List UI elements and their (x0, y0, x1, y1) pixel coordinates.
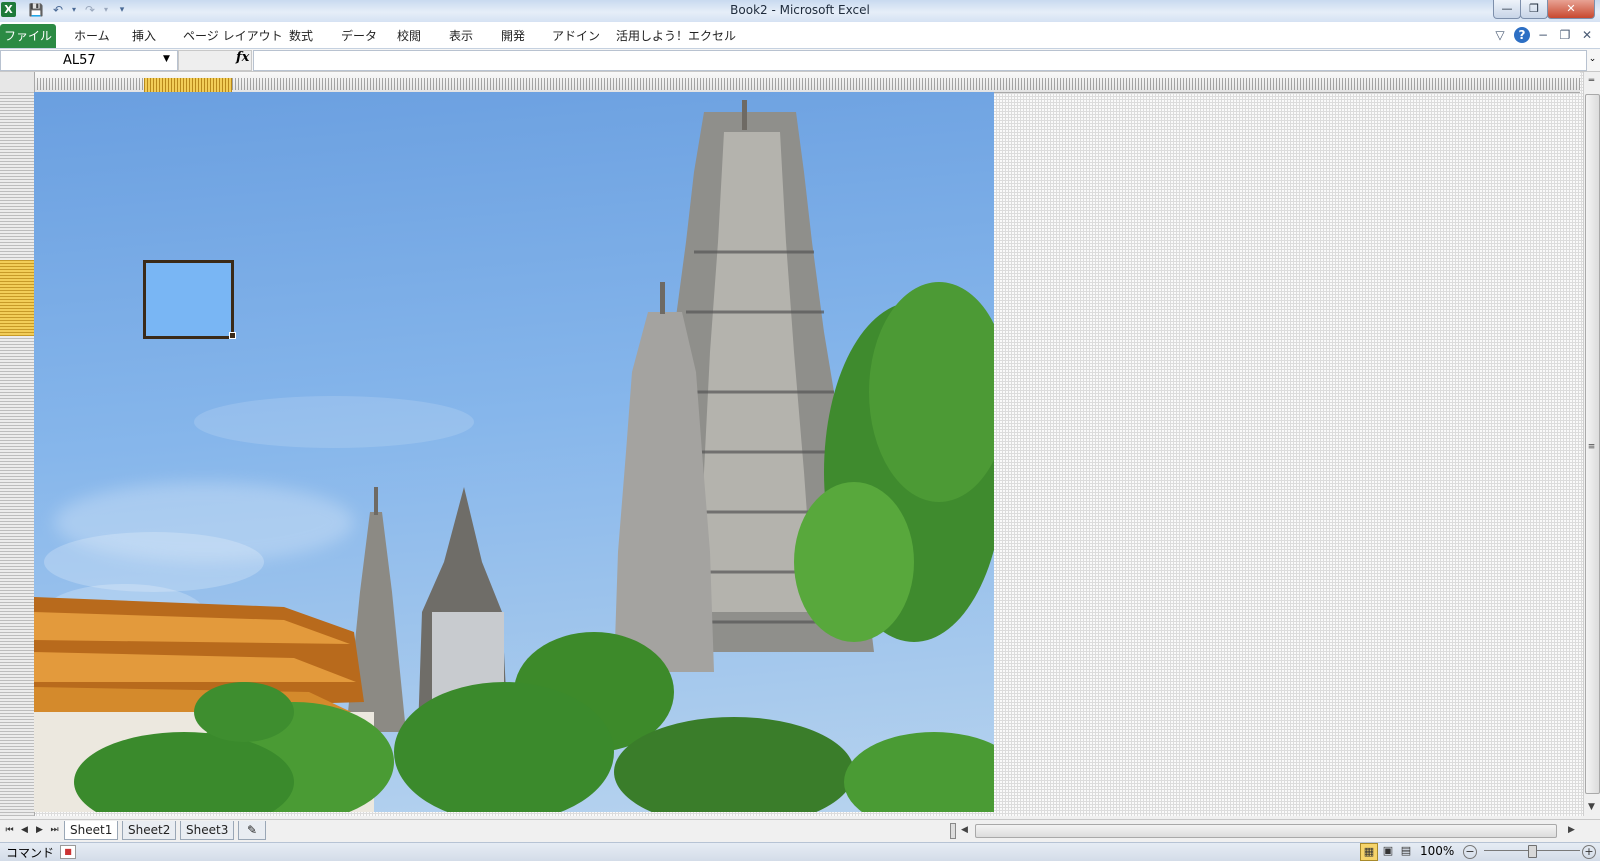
ribbon-collapse-icon[interactable]: ▽ (1492, 27, 1508, 43)
zoom-in-icon[interactable]: + (1582, 845, 1596, 859)
formula-input[interactable] (253, 50, 1587, 71)
split-box-icon[interactable]: ═ (1584, 74, 1599, 89)
workbook-minimize-icon[interactable]: − (1535, 27, 1551, 43)
tab-add-ins[interactable]: アドイン (550, 26, 602, 46)
scroll-down-icon[interactable]: ▼ (1584, 800, 1599, 815)
tab-file[interactable]: ファイル (0, 24, 56, 48)
tab-split-handle[interactable] (950, 823, 956, 839)
window-title: Book2 - Microsoft Excel (730, 3, 870, 17)
row-headers[interactable] (0, 92, 35, 816)
ribbon-tab-bar: ファイル ホーム 挿入 ページ レイアウト 数式 データ 校閲 表示 開発 アド… (0, 22, 1600, 49)
tab-custom-excel[interactable]: 活用しよう！エクセル (614, 26, 738, 46)
workbook-restore-icon[interactable]: ❐ (1557, 27, 1573, 43)
zoom-out-icon[interactable]: − (1463, 845, 1477, 859)
fill-handle[interactable] (229, 332, 236, 339)
tab-review[interactable]: 校閲 (395, 26, 423, 46)
tab-home[interactable]: ホーム (72, 26, 112, 46)
page-break-view-icon[interactable]: ▤ (1398, 843, 1414, 859)
column-header-ticks (34, 78, 1580, 90)
sheet-tab[interactable]: Sheet3 (180, 821, 235, 840)
help-icon[interactable]: ? (1514, 27, 1530, 43)
scroll-left-icon[interactable]: ◀ (957, 823, 972, 838)
zoom-slider-knob[interactable] (1527, 845, 1537, 858)
last-sheet-icon[interactable]: ⏭ (48, 823, 61, 837)
selected-row-header[interactable] (0, 260, 34, 336)
next-sheet-icon[interactable]: ▶ (33, 823, 46, 837)
normal-view-icon[interactable]: ▦ (1360, 843, 1378, 861)
name-box-value: AL57 (63, 53, 96, 68)
inserted-picture[interactable] (34, 92, 994, 812)
sheet-tab[interactable]: Sheet2 (122, 821, 177, 840)
horizontal-scroll-thumb[interactable] (975, 824, 1557, 838)
name-box[interactable]: AL57 ▼ (0, 50, 178, 71)
tab-insert[interactable]: 挿入 (130, 26, 158, 46)
tab-view[interactable]: 表示 (447, 26, 475, 46)
temple-photo (34, 100, 994, 812)
tab-page-layout[interactable]: ページ レイアウト (181, 26, 285, 46)
first-sheet-icon[interactable]: ⏮ (3, 823, 16, 837)
macro-record-icon[interactable]: ■ (60, 845, 76, 859)
insert-function-icon[interactable]: fx (236, 50, 249, 65)
name-box-dropdown-icon[interactable]: ▼ (163, 54, 170, 64)
tab-data[interactable]: データ (339, 26, 379, 46)
minimize-button[interactable]: — (1493, 0, 1521, 19)
title-bar: X 💾 ↶ ▾ ↷ ▾ ▾ Book2 - Microsoft Excel — … (0, 0, 1600, 23)
formula-expand-icon[interactable]: ⌄ (1586, 50, 1599, 69)
tab-developer[interactable]: 開発 (499, 26, 527, 46)
close-button[interactable]: ✕ (1547, 0, 1595, 19)
status-mode: コマンド (6, 846, 55, 860)
prev-sheet-icon[interactable]: ◀ (18, 823, 31, 837)
restore-button[interactable]: ❐ (1520, 0, 1548, 19)
scroll-grip-icon: ≡ (1587, 442, 1596, 452)
scroll-right-icon[interactable]: ▶ (1564, 823, 1579, 838)
zoom-level[interactable]: 100% (1420, 844, 1454, 858)
insert-sheet-icon[interactable]: ✎ (238, 821, 266, 840)
selected-column-header[interactable] (144, 78, 232, 92)
page-layout-view-icon[interactable]: ▣ (1380, 843, 1396, 859)
workbook-close-icon[interactable]: ✕ (1579, 27, 1595, 43)
active-cell[interactable] (143, 260, 234, 339)
tab-formulas[interactable]: 数式 (287, 26, 315, 46)
sheet-tab[interactable]: Sheet1 (64, 821, 119, 840)
select-all-corner[interactable] (0, 72, 35, 93)
